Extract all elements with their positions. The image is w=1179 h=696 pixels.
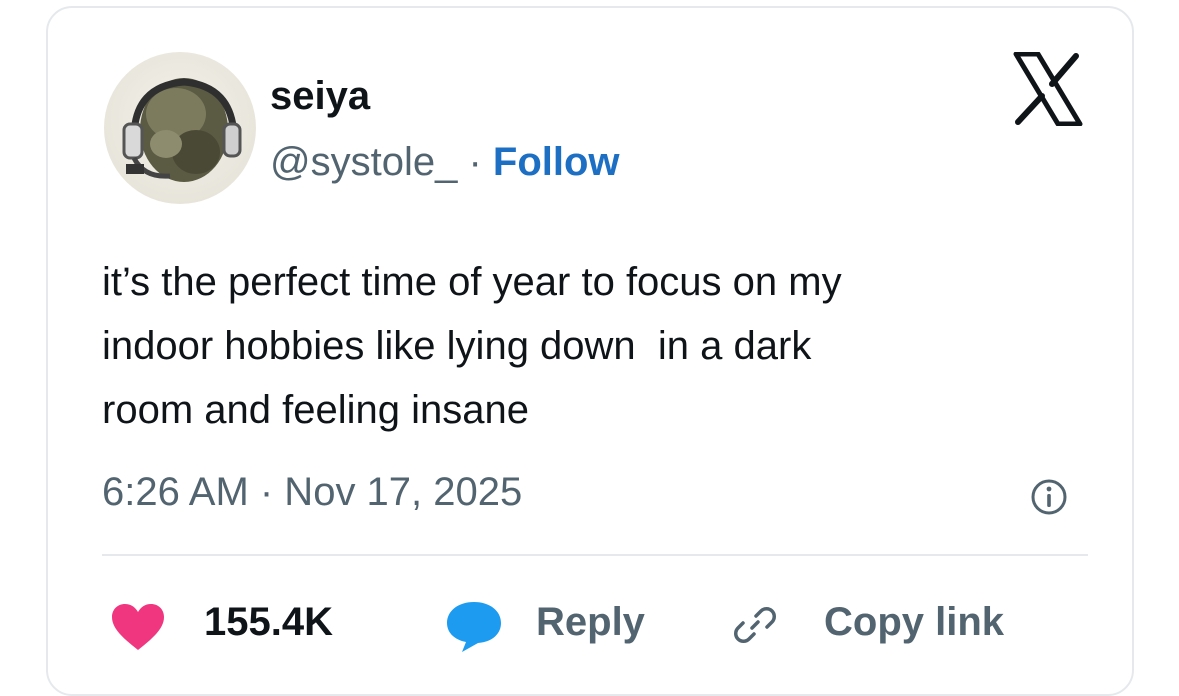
- tweet-text: it’s the perfect time of year to focus o…: [102, 260, 842, 432]
- timestamp[interactable]: 6:26 AM · Nov 17, 2025: [102, 468, 522, 516]
- tweet-card: seiya @systole_ · Follow it’s the perfec…: [46, 6, 1134, 696]
- handle-separator: ·: [457, 140, 493, 184]
- reply-button[interactable]: Reply: [536, 598, 645, 646]
- display-name[interactable]: seiya: [270, 72, 370, 120]
- link-icon[interactable]: [732, 602, 778, 648]
- avatar[interactable]: [104, 52, 256, 204]
- handle[interactable]: @systole_: [270, 140, 457, 184]
- heart-icon[interactable]: [110, 602, 166, 652]
- info-icon[interactable]: [1030, 478, 1068, 516]
- speech-bubble-icon[interactable]: [444, 598, 504, 654]
- divider: [102, 554, 1088, 556]
- x-logo-icon[interactable]: [1012, 52, 1084, 126]
- copy-link-button[interactable]: Copy link: [824, 598, 1004, 646]
- follow-button[interactable]: Follow: [493, 140, 620, 184]
- like-count[interactable]: 155.4K: [204, 598, 333, 646]
- handle-row: @systole_ · Follow: [270, 138, 620, 186]
